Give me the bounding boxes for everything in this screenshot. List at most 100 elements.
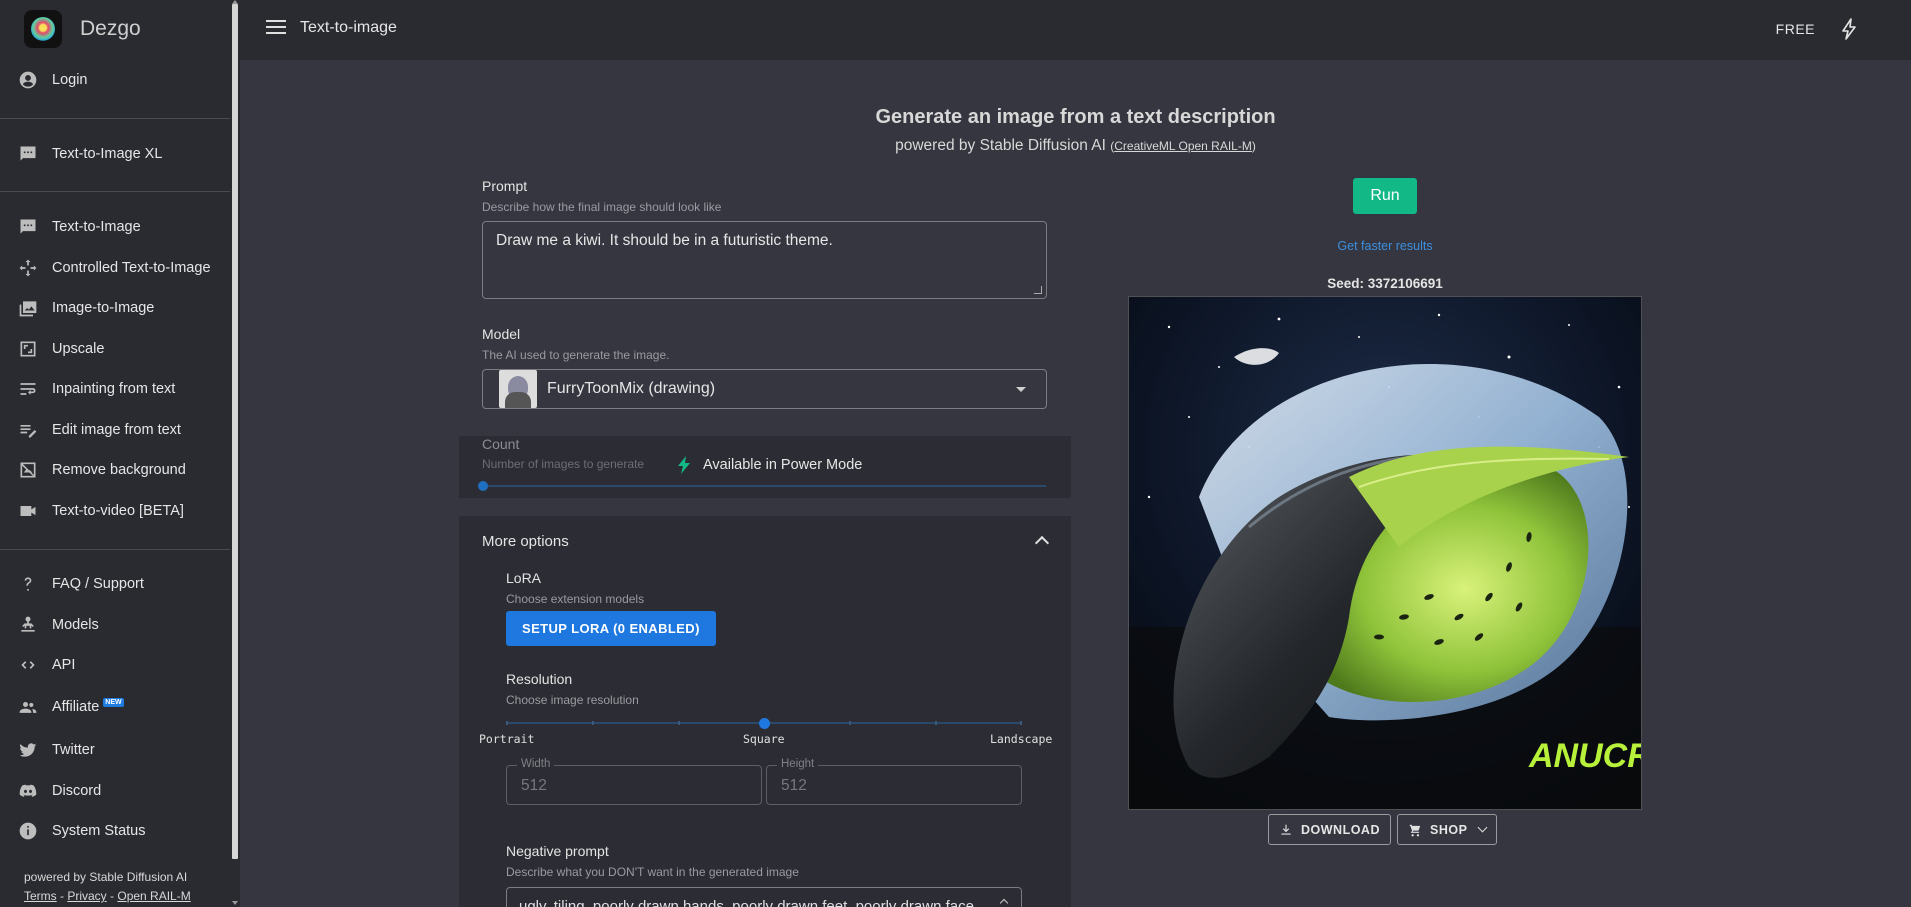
sidebar-item-label: Upscale	[52, 341, 105, 357]
license-link[interactable]: CreativeML Open RAIL-M	[1114, 139, 1252, 153]
page-title: Text-to-image	[300, 19, 397, 36]
chat-icon	[18, 217, 38, 237]
setup-lora-button[interactable]: SETUP LORA (0 ENABLED)	[506, 611, 716, 646]
count-slider-track[interactable]	[482, 485, 1046, 487]
height-value: 512	[781, 777, 807, 794]
sidebar-item-text-to-video[interactable]: Text-to-video [BETA]	[0, 493, 230, 529]
model-label: Model	[482, 326, 521, 342]
negative-prompt-value: ugly, tiling, poorly drawn hands, poorly…	[519, 898, 974, 907]
sidebar-item-affiliate[interactable]: Affiliate NEW	[0, 689, 230, 725]
upscale-icon	[18, 339, 38, 359]
privacy-link[interactable]: Privacy	[67, 889, 106, 903]
res-square-label: Square	[743, 732, 785, 746]
power-mode-notice[interactable]: Available in Power Mode	[677, 456, 862, 474]
code-icon	[18, 655, 38, 675]
prompt-hint: Describe how the final image should look…	[482, 200, 722, 214]
license-link[interactable]: Open RAIL-M	[117, 889, 190, 903]
discord-icon	[18, 781, 38, 801]
sidebar-footer: powered by Stable Diffusion AI Terms - P…	[24, 870, 191, 903]
width-value: 512	[521, 777, 547, 794]
model-hint: The AI used to generate the image.	[482, 348, 670, 362]
lora-hint: Choose extension models	[506, 592, 645, 606]
wrap-text-icon	[18, 379, 38, 399]
separator: -	[106, 889, 118, 903]
prompt-input[interactable]: Draw me a kiwi. It should be in a futuri…	[482, 221, 1047, 299]
sidebar-item-inpainting[interactable]: Inpainting from text	[0, 371, 230, 407]
divider	[0, 549, 230, 550]
model-select[interactable]: FurryToonMix (drawing)	[482, 369, 1047, 409]
generated-image[interactable]: ANUCR	[1128, 296, 1642, 810]
lora-label: LoRA	[506, 570, 542, 586]
count-label: Count	[482, 436, 520, 452]
sidebar-item-label: Login	[52, 72, 88, 88]
sidebar-item-label: Text-to-video [BETA]	[52, 503, 184, 519]
sidebar-item-label: Remove background	[52, 462, 186, 478]
scrollbar-thumb[interactable]	[232, 4, 238, 859]
sidebar-item-label: Image-to-Image	[52, 300, 155, 316]
sidebar-item-label: API	[52, 657, 76, 673]
scroll-down-icon[interactable]	[232, 901, 238, 905]
power-mode-text: Available in Power Mode	[703, 457, 863, 473]
more-options-title[interactable]: More options	[482, 533, 569, 550]
sidebar-item-login[interactable]: Login	[0, 62, 230, 98]
sidebar-item-faq[interactable]: FAQ / Support	[0, 566, 230, 602]
menu-icon[interactable]	[266, 20, 286, 36]
resolution-label: Resolution	[506, 671, 573, 687]
resolution-slider-thumb[interactable]	[759, 718, 770, 729]
brand-name: Dezgo	[80, 17, 141, 40]
negative-prompt-input[interactable]: ugly, tiling, poorly drawn hands, poorly…	[506, 887, 1022, 907]
edit-note-icon	[18, 420, 38, 440]
count-slider-thumb[interactable]	[478, 481, 488, 491]
run-button[interactable]: Run	[1353, 178, 1417, 214]
bolt-icon[interactable]	[1841, 18, 1857, 40]
sidebar-item-text-to-image[interactable]: Text-to-Image	[0, 209, 230, 245]
sidebar-item-label: Inpainting from text	[52, 381, 176, 397]
terms-link[interactable]: Terms	[24, 889, 57, 903]
sidebar-item-label: Controlled Text-to-Image	[52, 260, 211, 276]
slider-tick	[678, 721, 680, 725]
scroll-up-icon[interactable]	[999, 898, 1009, 907]
brand[interactable]: Dezgo	[24, 10, 141, 48]
height-field[interactable]: Height 512	[766, 758, 1022, 805]
width-field[interactable]: Width 512	[506, 758, 762, 805]
sidebar-item-twitter[interactable]: Twitter	[0, 732, 230, 768]
count-hint: Number of images to generate	[482, 457, 645, 471]
plan-label[interactable]: FREE	[1776, 21, 1815, 37]
account-circle-icon	[18, 70, 38, 90]
images-icon	[18, 298, 38, 318]
slider-tick	[592, 721, 594, 725]
kiwi-artwork: ANUCR	[1129, 297, 1641, 809]
sidebar-item-upscale[interactable]: Upscale	[0, 331, 230, 367]
hero-sub-text: powered by Stable Diffusion AI	[895, 137, 1111, 154]
question-icon	[18, 574, 38, 594]
group-icon	[18, 697, 38, 717]
videocam-icon	[18, 501, 38, 521]
models-icon	[18, 615, 38, 635]
hide-image-icon	[18, 460, 38, 480]
slider-tick	[849, 721, 851, 725]
negative-prompt-hint: Describe what you DON'T want in the gene…	[506, 865, 799, 879]
sidebar-item-system-status[interactable]: System Status	[0, 813, 230, 849]
chevron-down-icon	[1477, 822, 1488, 833]
shop-label: SHOP	[1430, 822, 1468, 837]
sidebar-item-controlled-text-to-image[interactable]: Controlled Text-to-Image	[0, 250, 230, 286]
count-panel: Count Number of images to generate Avail…	[459, 436, 1071, 498]
resolution-hint: Choose image resolution	[506, 693, 639, 707]
twitter-icon	[18, 740, 38, 760]
paren: )	[1251, 139, 1256, 153]
width-label: Width	[517, 758, 555, 770]
sidebar-item-remove-background[interactable]: Remove background	[0, 452, 230, 488]
sidebar-item-models[interactable]: Models	[0, 607, 230, 643]
sidebar-item-api[interactable]: API	[0, 647, 230, 683]
sidebar-item-discord[interactable]: Discord	[0, 773, 230, 809]
chevron-up-icon[interactable]	[1034, 535, 1050, 551]
sidebar-item-edit-image[interactable]: Edit image from text	[0, 412, 230, 448]
download-button[interactable]: DOWNLOAD	[1268, 814, 1391, 845]
get-faster-results-link[interactable]: Get faster results	[1280, 239, 1490, 253]
slider-tick	[935, 721, 937, 725]
move-icon	[18, 258, 38, 278]
shop-button[interactable]: SHOP	[1397, 814, 1498, 845]
resize-handle-icon[interactable]	[1034, 286, 1042, 294]
sidebar-item-image-to-image[interactable]: Image-to-Image	[0, 290, 230, 326]
sidebar-item-label: FAQ / Support	[52, 576, 144, 592]
